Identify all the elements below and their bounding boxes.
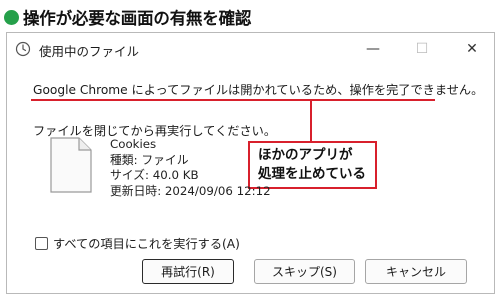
close-button[interactable]: ✕ [461, 39, 483, 59]
file-type: 種類: ファイル [110, 152, 189, 167]
message-highlight-underline [31, 99, 435, 101]
file-in-use-dialog: 使用中のファイル — ☐ ✕ Google Chrome によってファイルは開か… [6, 32, 495, 294]
skip-button[interactable]: スキップ(S) [254, 259, 355, 284]
dialog-title: 使用中のファイル [39, 44, 140, 59]
callout-line-2: 処理を止めている [258, 166, 366, 182]
callout-line-1: ほかのアプリが [258, 147, 353, 163]
maximize-button[interactable]: ☐ [411, 39, 433, 59]
clock-icon [15, 41, 31, 57]
title-bar: 使用中のファイル — ☐ ✕ [7, 33, 494, 65]
file-details: Cookies 種類: ファイル サイズ: 40.0 KB 更新日時: 2024… [110, 137, 271, 199]
file-modified: 更新日時: 2024/09/06 12:12 [110, 183, 271, 198]
page-heading: 操作が必要な画面の有無を確認 [4, 5, 251, 29]
cancel-button[interactable]: キャンセル [365, 259, 467, 284]
apply-to-all-checkbox[interactable] [35, 236, 48, 250]
retry-button[interactable]: 再試行(R) [142, 259, 234, 284]
minimize-button[interactable]: — [362, 39, 384, 59]
file-size: サイズ: 40.0 KB [110, 168, 199, 182]
green-bullet-icon [4, 9, 19, 25]
apply-to-all-label[interactable]: すべての項目にこれを実行する(A) [53, 234, 240, 252]
file-icon [50, 137, 92, 193]
file-name: Cookies [110, 137, 157, 151]
heading-text: 操作が必要な画面の有無を確認 [23, 9, 252, 28]
apply-to-all-option[interactable]: すべての項目にこれを実行する(A) [35, 234, 240, 252]
error-message: Google Chrome によってファイルは開かれているため、操作を完了できま… [33, 83, 484, 97]
callout-connector-line [310, 100, 312, 142]
